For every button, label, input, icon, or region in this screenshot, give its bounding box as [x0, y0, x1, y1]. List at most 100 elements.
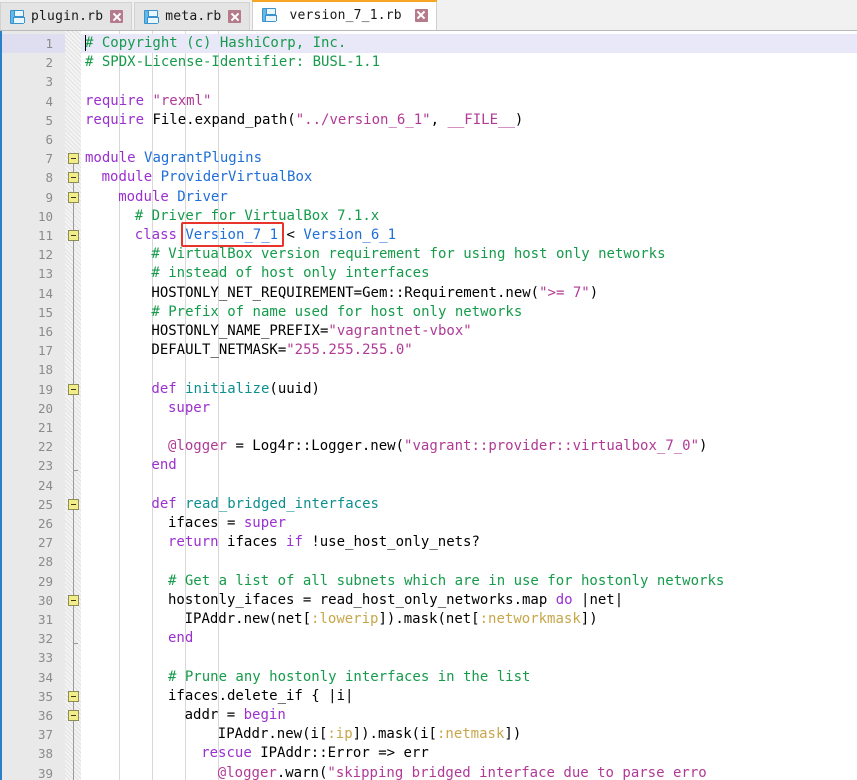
code-line[interactable]: end: [85, 456, 177, 475]
code-token-kw: end: [151, 457, 177, 474]
line-number: 20: [37, 400, 53, 416]
code-line[interactable]: # Prefix of name used for host only netw…: [85, 303, 522, 322]
code-token-com: # instead of host only interfaces: [151, 265, 430, 282]
code-token-plain: IPAddr.new(i[: [217, 726, 328, 743]
active-tab-accent-bar: [252, 0, 437, 2]
code-line[interactable]: IPAddr.new(net[:lowerip]).mask(net[:netw…: [85, 610, 598, 629]
code-token-plain: ]): [504, 726, 522, 743]
code-line[interactable]: super: [85, 399, 210, 418]
code-token-str: "255.255.255.0": [286, 342, 413, 359]
code-line[interactable]: # SPDX-License-Identifier: BUSL-1.1: [85, 53, 380, 72]
editor-area[interactable]: 1 2 3 4 5 6 7 8 9 10 11 12 13 14 15 16 17 18 19 20 21 22 23 24 2…: [0, 31, 857, 780]
code-token-plain: !use_host_only_nets?: [311, 534, 480, 551]
code-token-str: "vagrantnet-vbox": [328, 323, 472, 339]
code-line[interactable]: module Driver: [85, 188, 228, 207]
fold-marker-line-30[interactable]: [68, 594, 79, 606]
line-number: 23: [37, 458, 53, 474]
code-line[interactable]: HOSTONLY_NAME_PREFIX="vagrantnet-vbox": [85, 322, 472, 341]
code-token-kw: begin: [243, 707, 286, 723]
code-token-ivar: @logger: [217, 764, 277, 780]
editor-tab-version_7_1-rb[interactable]: version_7_1.rb: [252, 0, 437, 30]
line-number: 13: [37, 266, 53, 282]
current-line-gutter-highlight: [0, 34, 65, 54]
code-line[interactable]: # Copyright (c) HashiCorp, Inc.: [85, 34, 346, 53]
code-token-kw: module: [85, 150, 145, 167]
code-token-plain: ]): [580, 611, 598, 627]
line-number: 3: [45, 74, 53, 90]
code-line[interactable]: IPAddr.new(i[:ip]).mask(i[:netmask]): [85, 725, 521, 744]
code-token-plain: ifaces: [227, 534, 287, 551]
close-icon[interactable]: [228, 10, 242, 23]
code-token-kw: def: [151, 380, 186, 397]
line-number: 21: [37, 420, 53, 435]
code-token-sym: :ip: [327, 726, 353, 743]
code-line[interactable]: ifaces.delete_if { |i|: [85, 687, 353, 706]
code-line[interactable]: # Get a list of all subnets which are in…: [85, 572, 724, 591]
line-number: 6: [45, 132, 53, 147]
line-number: 39: [37, 765, 53, 780]
code-line[interactable]: # VirtualBox version requirement for usi…: [85, 245, 666, 264]
fold-marker-line-11[interactable]: [68, 230, 79, 241]
code-token-str: ">= 7": [539, 284, 590, 301]
code-line[interactable]: rescue IPAddr::Error => err: [85, 744, 429, 763]
fold-marker-line-36[interactable]: [68, 710, 79, 721]
line-number: 18: [37, 362, 53, 378]
line-number: 15: [37, 304, 53, 320]
line-number: 31: [37, 612, 53, 627]
code-line[interactable]: # instead of host only interfaces: [85, 264, 430, 283]
code-token-kw: require: [85, 111, 153, 128]
code-token-sym: :lowerip: [311, 611, 379, 627]
code-line[interactable]: module VagrantPlugins: [85, 149, 262, 168]
code-token-plain: ): [514, 111, 524, 128]
fold-marker-line-25[interactable]: [68, 498, 79, 510]
code-line[interactable]: DEFAULT_NETMASK="255.255.255.0": [85, 341, 413, 360]
close-icon[interactable]: [414, 8, 428, 22]
code-token-kw: end: [168, 630, 194, 647]
line-number: 22: [37, 439, 53, 455]
code-line[interactable]: @logger.warn("skipping bridged interface…: [85, 764, 707, 780]
code-token-plain: ifaces.delete_if { |i|: [168, 687, 354, 704]
line-number: 11: [37, 228, 53, 243]
code-line[interactable]: # Prune any hostonly interfaces in the l…: [85, 668, 530, 687]
fold-end-marker-line-23: [73, 470, 78, 472]
line-number: 27: [37, 535, 53, 551]
fold-marker-line-35[interactable]: [68, 690, 79, 702]
code-token-str: "../version_6_1": [295, 111, 431, 128]
code-line[interactable]: addr = begin: [85, 706, 286, 725]
editor-tab-label: plugin.rb: [31, 9, 104, 24]
code-line[interactable]: def read_bridged_interfaces: [85, 495, 379, 514]
code-token-plain: ): [699, 438, 708, 455]
code-token-kw: class: [134, 227, 186, 243]
code-line[interactable]: ifaces = super: [85, 514, 286, 533]
code-folding-column[interactable]: [65, 31, 81, 780]
code-line[interactable]: require "rexml": [85, 92, 211, 111]
close-icon[interactable]: [110, 10, 124, 23]
code-token-sym: :netmask: [436, 726, 505, 743]
fold-marker-line-19[interactable]: [68, 383, 79, 395]
line-number: 29: [37, 573, 53, 589]
fold-marker-line-7[interactable]: [68, 153, 79, 165]
code-line[interactable]: module ProviderVirtualBox: [85, 168, 313, 187]
fold-marker-line-8[interactable]: [68, 172, 79, 184]
code-line[interactable]: hostonly_ifaces = read_host_only_network…: [85, 591, 623, 610]
fold-marker-line-9[interactable]: [68, 191, 79, 203]
code-line[interactable]: class Version_7_1 < Version_6_1: [85, 226, 396, 245]
line-number: 12: [37, 247, 53, 263]
code-token-kw: module: [101, 169, 161, 186]
code-content[interactable]: # Copyright (c) HashiCorp, Inc. # SPDX-Li…: [81, 31, 857, 780]
code-token-sym: :networkmask: [479, 611, 581, 627]
editor-tab-plugin-rb[interactable]: plugin.rb: [0, 2, 133, 30]
code-token-plain: addr =: [184, 707, 244, 723]
code-token-plain: ]).mask(i[: [352, 726, 437, 743]
code-token-kw: super: [168, 399, 211, 416]
code-line[interactable]: @logger = Log4r::Logger.new("vagrant::pr…: [85, 437, 707, 456]
code-line[interactable]: # Driver for VirtualBox 7.1.x: [85, 207, 379, 226]
code-token-com: # VirtualBox version requirement for usi…: [151, 246, 666, 263]
code-line[interactable]: return ifaces if !use_host_only_nets?: [85, 533, 480, 552]
code-line[interactable]: end: [85, 629, 193, 648]
save-icon: [262, 8, 278, 22]
code-line[interactable]: require File.expand_path("../version_6_1…: [85, 111, 523, 130]
editor-tab-meta-rb[interactable]: meta.rb: [134, 2, 251, 30]
code-line[interactable]: def initialize(uuid): [85, 380, 320, 399]
code-line[interactable]: HOSTONLY_NET_REQUIREMENT=Gem::Requiremen…: [85, 284, 598, 303]
